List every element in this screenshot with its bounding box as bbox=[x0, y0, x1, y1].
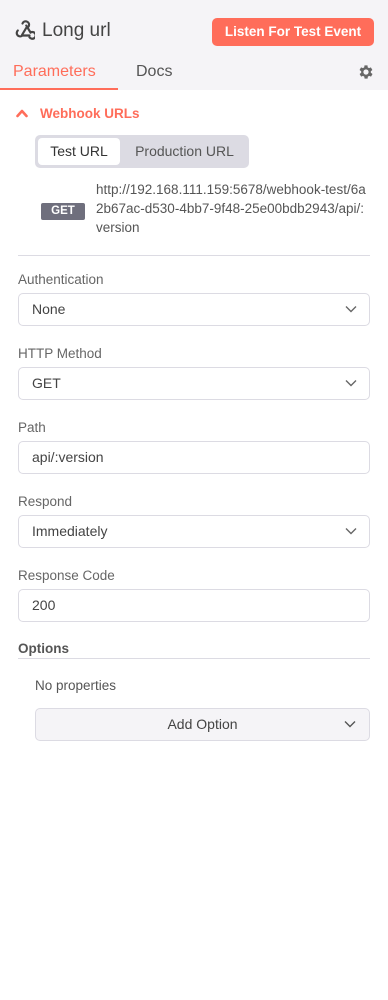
chevron-down-icon bbox=[345, 306, 357, 313]
webhook-url[interactable]: http://192.168.111.159:5678/webhook-test… bbox=[96, 180, 366, 237]
listen-for-test-event-button[interactable]: Listen For Test Event bbox=[212, 18, 374, 46]
chevron-up-icon bbox=[16, 109, 28, 118]
tab-docs[interactable]: Docs bbox=[136, 60, 172, 84]
chevron-down-icon bbox=[345, 380, 357, 387]
options-title: Options bbox=[18, 641, 69, 656]
divider bbox=[18, 255, 370, 256]
test-url-option[interactable]: Test URL bbox=[38, 138, 120, 165]
respond-value: Immediately bbox=[32, 523, 108, 539]
response-code-value: 200 bbox=[32, 597, 56, 613]
active-tab-indicator bbox=[0, 88, 118, 90]
authentication-value: None bbox=[32, 301, 66, 317]
webhook-urls-label: Webhook URLs bbox=[40, 106, 140, 121]
http-method-label: HTTP Method bbox=[18, 346, 102, 361]
add-option-label: Add Option bbox=[167, 716, 238, 732]
respond-label: Respond bbox=[18, 494, 73, 509]
path-value: api/:version bbox=[32, 449, 104, 465]
webhook-icon bbox=[15, 20, 35, 40]
no-properties-text: No properties bbox=[35, 678, 117, 693]
node-header: Long url Listen For Test Event Parameter… bbox=[0, 0, 388, 90]
response-code-label: Response Code bbox=[18, 568, 115, 583]
respond-select[interactable]: Immediately bbox=[18, 515, 370, 548]
http-method-value: GET bbox=[32, 375, 61, 391]
node-title[interactable]: Long url bbox=[42, 19, 111, 43]
options-divider bbox=[18, 658, 370, 659]
url-type-toggle: Test URL Production URL bbox=[35, 135, 249, 168]
http-method-select[interactable]: GET bbox=[18, 367, 370, 400]
authentication-label: Authentication bbox=[18, 272, 104, 287]
http-method-badge: GET bbox=[41, 203, 85, 220]
path-input[interactable]: api/:version bbox=[18, 441, 370, 474]
add-option-button[interactable]: Add Option bbox=[35, 708, 370, 741]
authentication-select[interactable]: None bbox=[18, 293, 370, 326]
chevron-down-icon bbox=[344, 721, 356, 728]
tab-parameters[interactable]: Parameters bbox=[13, 60, 96, 84]
gear-icon[interactable] bbox=[357, 63, 375, 81]
production-url-option[interactable]: Production URL bbox=[123, 138, 246, 165]
chevron-down-icon bbox=[345, 528, 357, 535]
response-code-input[interactable]: 200 bbox=[18, 589, 370, 622]
path-label: Path bbox=[18, 420, 46, 435]
